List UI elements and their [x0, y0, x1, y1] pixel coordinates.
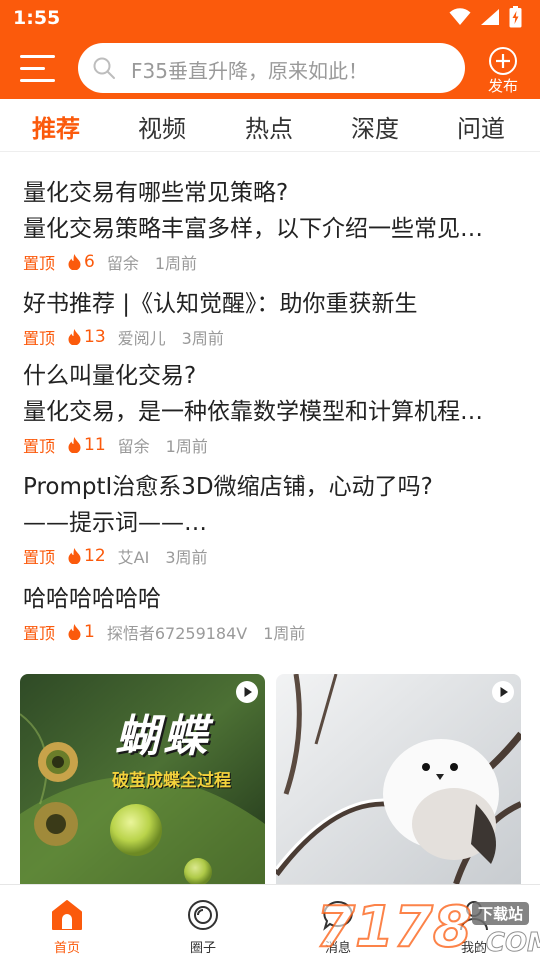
hot-value: 6 [84, 252, 95, 272]
flame-icon [68, 254, 81, 270]
article-title: 哈哈哈哈哈哈 [23, 586, 161, 612]
list-item[interactable]: 好书推荐 |《认知觉醒》：助你重获新生 置顶 13 爱阅儿 3周前 [23, 286, 523, 350]
hot-value: 1 [84, 622, 95, 642]
list-item[interactable]: PromptⅠ治愈系3D微缩店铺，心动了吗? ——提示词——… 置顶 12 艾A… [23, 469, 523, 569]
tab-hot[interactable]: 热点 [245, 109, 293, 144]
tab-video[interactable]: 视频 [138, 109, 186, 144]
hot-count: 6 [68, 252, 95, 272]
hot-count: 13 [68, 327, 106, 347]
watermark-domain: .COM [476, 928, 540, 959]
video-overlay-subtitle: 破茧成蝶全过程 [112, 771, 231, 791]
nav-home[interactable]: 首页 [27, 899, 107, 956]
watermark-badge: 下载站 [472, 902, 530, 925]
article-summary: 量化交易，是一种依靠数学模型和计算机程序进行交易的方式 [23, 399, 497, 425]
article-summary: 量化交易策略丰富多样，以下介绍一些常见的量化交易策略 [23, 216, 497, 242]
article-title: 什么叫量化交易? [23, 363, 197, 389]
article-author[interactable]: 留余 [118, 433, 150, 457]
list-item[interactable]: 哈哈哈哈哈哈 置顶 1 探悟者67259184V 1周前 [23, 581, 523, 645]
article-meta: 置顶 6 留余 1周前 [23, 249, 523, 275]
tab-wendao[interactable]: 问道 [457, 109, 505, 144]
video-card-bird[interactable] [276, 674, 521, 884]
hot-count: 11 [68, 435, 106, 455]
category-tabs: 推荐 视频 热点 深度 问道 [0, 99, 540, 152]
search-input[interactable]: F35垂直升降，原来如此！ [78, 43, 465, 93]
tab-recommend[interactable]: 推荐 [32, 109, 80, 144]
video-overlay-title: 蝴蝶 [115, 711, 211, 762]
article-title: PromptⅠ治愈系3D微缩店铺，心动了吗? [23, 474, 433, 500]
watermark-logo: 7178 .COM 下载站 [315, 895, 540, 960]
article-summary: ——提示词——… [23, 510, 207, 536]
search-icon [93, 57, 115, 79]
article-author[interactable]: 留余 [107, 250, 139, 274]
hot-count: 12 [68, 546, 106, 566]
hot-count: 1 [68, 622, 95, 642]
watermark-brand: 7178 [315, 895, 473, 960]
play-icon [236, 681, 258, 703]
article-time: 3周前 [181, 329, 224, 348]
publish-button[interactable]: 发布 [481, 46, 525, 96]
top-header-bar: 1:55 F35垂直升降，原来如此！ 发布 [0, 0, 540, 99]
article-meta: 置顶 1 探悟者67259184V 1周前 [23, 619, 523, 645]
play-icon [492, 681, 514, 703]
article-author[interactable]: 爱阅儿 [118, 325, 166, 349]
hot-value: 12 [84, 546, 106, 566]
menu-icon-line [20, 79, 55, 82]
video-card-butterfly[interactable]: 蝴蝶 破茧成蝶全过程 [20, 674, 265, 884]
pinned-badge: 置顶 [23, 329, 56, 348]
article-time: 1周前 [154, 254, 198, 273]
hot-value: 13 [84, 327, 106, 347]
article-meta: 置顶 12 艾AI 3周前 [23, 543, 523, 569]
article-meta: 置顶 11 留余 1周前 [23, 432, 523, 458]
article-meta: 置顶 13 爱阅儿 3周前 [23, 324, 523, 350]
nav-circle[interactable]: 圈子 [163, 899, 243, 956]
menu-button[interactable] [20, 55, 56, 83]
add-icon [489, 47, 517, 75]
list-item[interactable]: 什么叫量化交易? 量化交易，是一种依靠数学模型和计算机程序进行交易的方式 置顶 … [23, 358, 523, 458]
flame-icon [68, 329, 81, 345]
list-item[interactable]: 量化交易有哪些常见策略? 量化交易策略丰富多样，以下介绍一些常见的量化交易策略 … [23, 175, 523, 275]
tab-depth[interactable]: 深度 [351, 109, 399, 144]
article-time: 3周前 [165, 548, 208, 567]
article-author[interactable]: 艾AI [118, 544, 150, 568]
status-time: 1:55 [13, 7, 61, 29]
publish-label: 发布 [487, 77, 518, 95]
flame-icon [68, 548, 81, 564]
article-title: 量化交易有哪些常见策略? [23, 180, 289, 206]
video-thumbnail [276, 674, 521, 884]
article-author[interactable]: 探悟者67259184V [107, 620, 247, 644]
article-title: 好书推荐 |《认知觉醒》：助你重获新生 [23, 291, 418, 317]
home-icon [52, 900, 82, 930]
search-placeholder: F35垂直升降，原来如此！ [131, 59, 368, 83]
pinned-badge: 置顶 [23, 548, 56, 567]
hot-value: 11 [84, 435, 106, 455]
status-icons [449, 6, 522, 28]
pinned-badge: 置顶 [23, 624, 56, 643]
menu-icon-line [20, 55, 55, 58]
article-time: 1周前 [165, 437, 208, 456]
circle-icon [188, 900, 218, 930]
pinned-badge: 置顶 [23, 437, 56, 456]
cellular-signal-icon [481, 9, 499, 25]
status-bar: 1:55 [0, 0, 540, 36]
menu-icon-line [20, 67, 45, 70]
article-time: 1周前 [263, 624, 306, 643]
nav-home-label: 首页 [53, 941, 80, 956]
pinned-badge: 置顶 [23, 254, 56, 273]
flame-icon [68, 437, 81, 453]
nav-circle-label: 圈子 [189, 941, 216, 956]
flame-icon [68, 624, 81, 640]
wifi-icon [449, 8, 471, 25]
battery-icon [509, 6, 522, 28]
